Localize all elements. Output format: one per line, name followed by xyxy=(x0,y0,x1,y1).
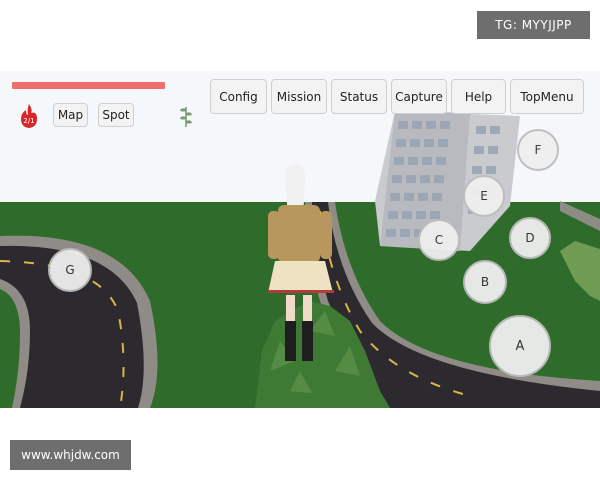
status-button[interactable]: Status xyxy=(331,79,387,114)
action-button-c[interactable]: C xyxy=(418,219,460,261)
action-button-d[interactable]: D xyxy=(509,217,551,259)
action-button-e[interactable]: E xyxy=(463,175,505,217)
player-flame-icon: 2/1 xyxy=(17,103,41,129)
health-bar xyxy=(12,82,165,89)
action-button-f[interactable]: F xyxy=(517,129,559,171)
watermark-bottom: www.whjdw.com xyxy=(10,440,131,470)
spot-button[interactable]: Spot xyxy=(98,103,134,127)
map-button[interactable]: Map xyxy=(53,103,88,127)
player-badge: 2/1 xyxy=(23,117,34,125)
capture-button[interactable]: Capture xyxy=(391,79,447,114)
game-viewport[interactable]: 2/1 Map Spot Config Mission Status Captu… xyxy=(0,71,600,408)
mission-button[interactable]: Mission xyxy=(271,79,327,114)
action-button-a[interactable]: A xyxy=(489,315,551,377)
topmenu-button[interactable]: TopMenu xyxy=(510,79,584,114)
config-button[interactable]: Config xyxy=(210,79,267,114)
plant-icon xyxy=(178,103,194,127)
action-button-g[interactable]: G xyxy=(48,248,92,292)
watermark-top: TG: MYYJJPP xyxy=(477,11,590,39)
action-button-b[interactable]: B xyxy=(463,260,507,304)
help-button[interactable]: Help xyxy=(451,79,506,114)
